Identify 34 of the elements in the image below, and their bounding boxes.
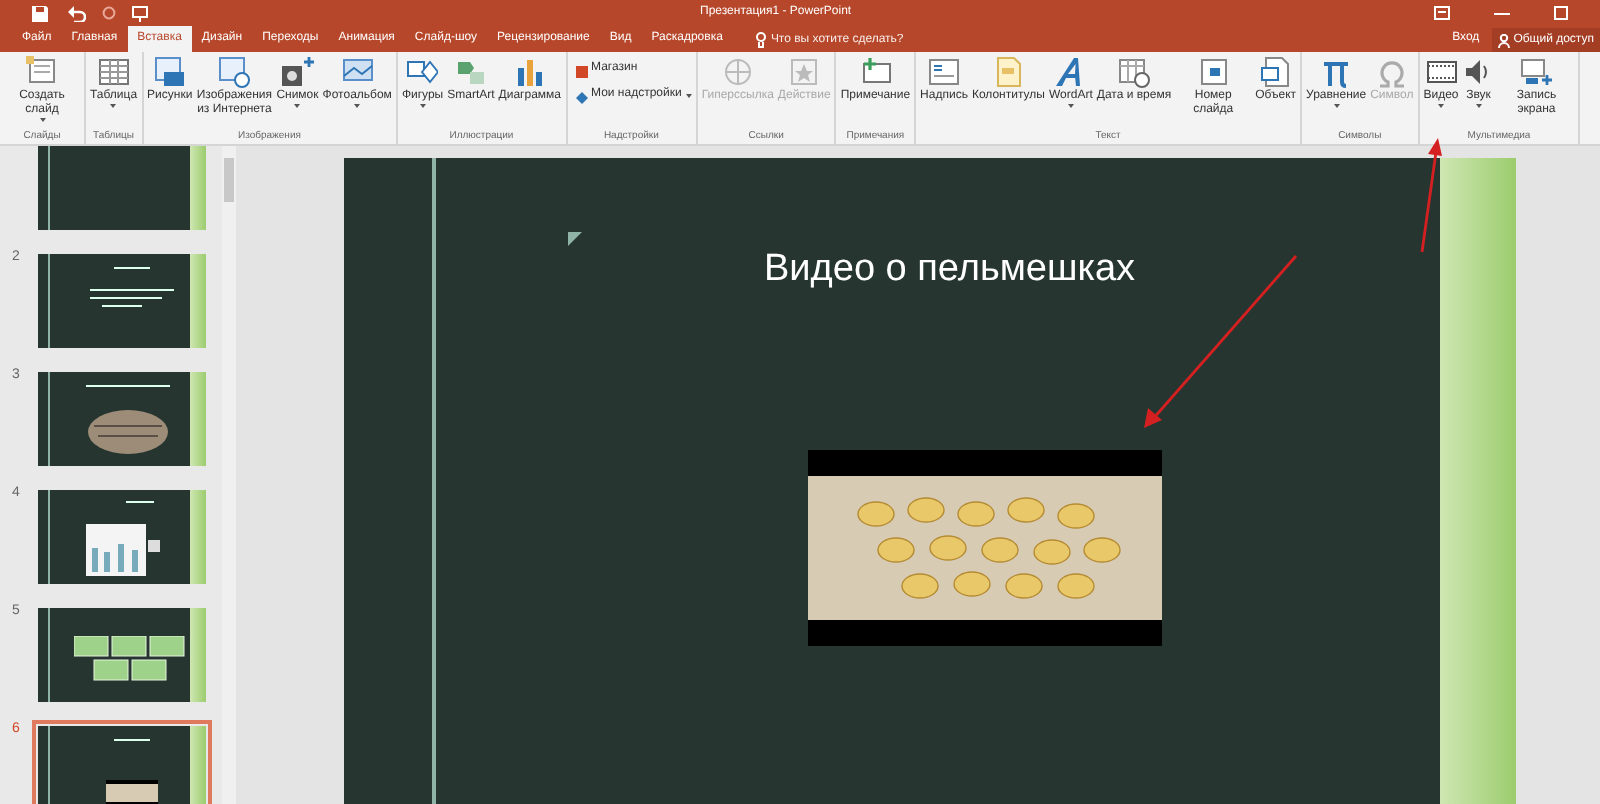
slide-rule-line — [48, 608, 50, 702]
slide-accent-strip — [190, 372, 206, 466]
pi-icon — [1320, 56, 1353, 88]
slide-title: Видео о пельмешках — [764, 246, 1136, 294]
store-icon — [571, 61, 587, 77]
addins-icon — [571, 87, 587, 103]
slide-rule-line — [48, 726, 50, 804]
maximize-icon[interactable] — [1554, 6, 1568, 20]
slide-rule-line — [48, 146, 50, 230]
omega-icon — [1375, 56, 1408, 88]
globe-link-icon — [721, 56, 754, 88]
undo-icon[interactable] — [68, 5, 86, 21]
presentation-icon[interactable] — [132, 5, 148, 21]
slide-accent-strip — [190, 726, 206, 804]
slide-rule-line — [48, 490, 50, 584]
slide-accent-strip — [190, 146, 206, 230]
slide-accent-strip — [190, 608, 206, 702]
minimize-icon[interactable] — [1494, 11, 1510, 15]
slide-accent-strip — [190, 490, 206, 584]
smartart-icon — [454, 56, 487, 88]
person-icon — [1497, 33, 1510, 47]
scrollbar[interactable] — [222, 146, 236, 804]
redo-icon[interactable] — [102, 6, 116, 20]
video-frame[interactable] — [808, 450, 1162, 646]
bar-chart-icon — [513, 56, 546, 88]
page-icon — [992, 56, 1025, 88]
triangle-mark-icon — [568, 232, 582, 246]
annotation-arrow — [1416, 136, 1444, 256]
slide-rule-line — [48, 372, 50, 466]
slide-rule-line — [48, 254, 50, 348]
lightbulb-icon — [756, 32, 767, 48]
slide-accent-strip — [190, 254, 206, 348]
save-icon[interactable] — [32, 5, 48, 21]
ribbon-display-icon[interactable] — [1434, 6, 1450, 20]
